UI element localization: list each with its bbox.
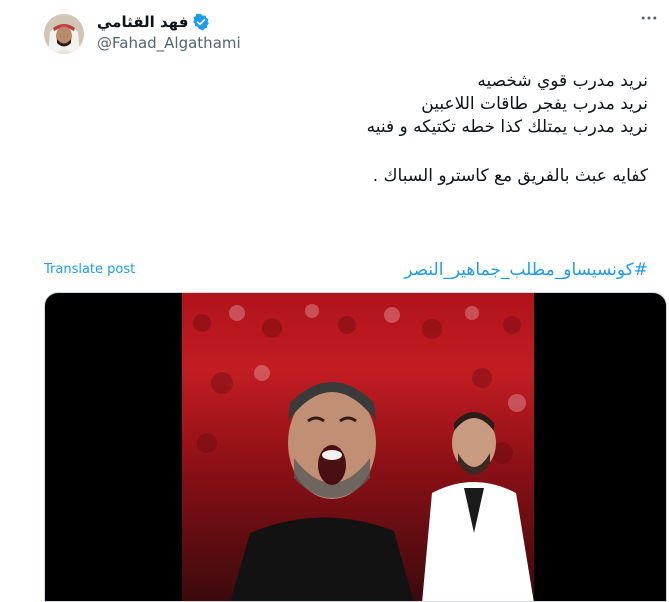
more-options-icon[interactable] [639, 8, 659, 33]
avatar[interactable] [44, 14, 84, 54]
tweet-line: نريد مدرب قوي شخصيه [477, 71, 648, 91]
tweet-line: كفايه عبث بالفريق مع كاسترو السباك . [372, 166, 648, 186]
video-thumbnail [193, 304, 534, 601]
tweet-text: نريد مدرب قوي شخصيه نريد مدرب يفجر طاقات… [88, 70, 648, 188]
author-name-row[interactable]: فهد القثامي [97, 13, 210, 31]
tweet-card: فهد القثامي @Fahad_Algathami نريد مدرب ق… [0, 0, 669, 602]
video-player[interactable] [44, 292, 667, 602]
author-handle[interactable]: @Fahad_Algathami [97, 34, 241, 52]
verified-badge-icon[interactable] [192, 13, 210, 31]
hashtag-link[interactable]: #كونسيساو_مطلب_جماهير_النصر [404, 260, 648, 280]
author-display-name[interactable]: فهد القثامي [97, 13, 188, 31]
video-frame[interactable] [182, 293, 534, 601]
tweet-line: نريد مدرب يمتلك كذا خطه تكتيكه و فنيه [366, 117, 648, 137]
tweet-line: نريد مدرب يفجر طاقات اللاعبين [421, 94, 648, 114]
translate-post-link[interactable]: Translate post [44, 262, 135, 277]
